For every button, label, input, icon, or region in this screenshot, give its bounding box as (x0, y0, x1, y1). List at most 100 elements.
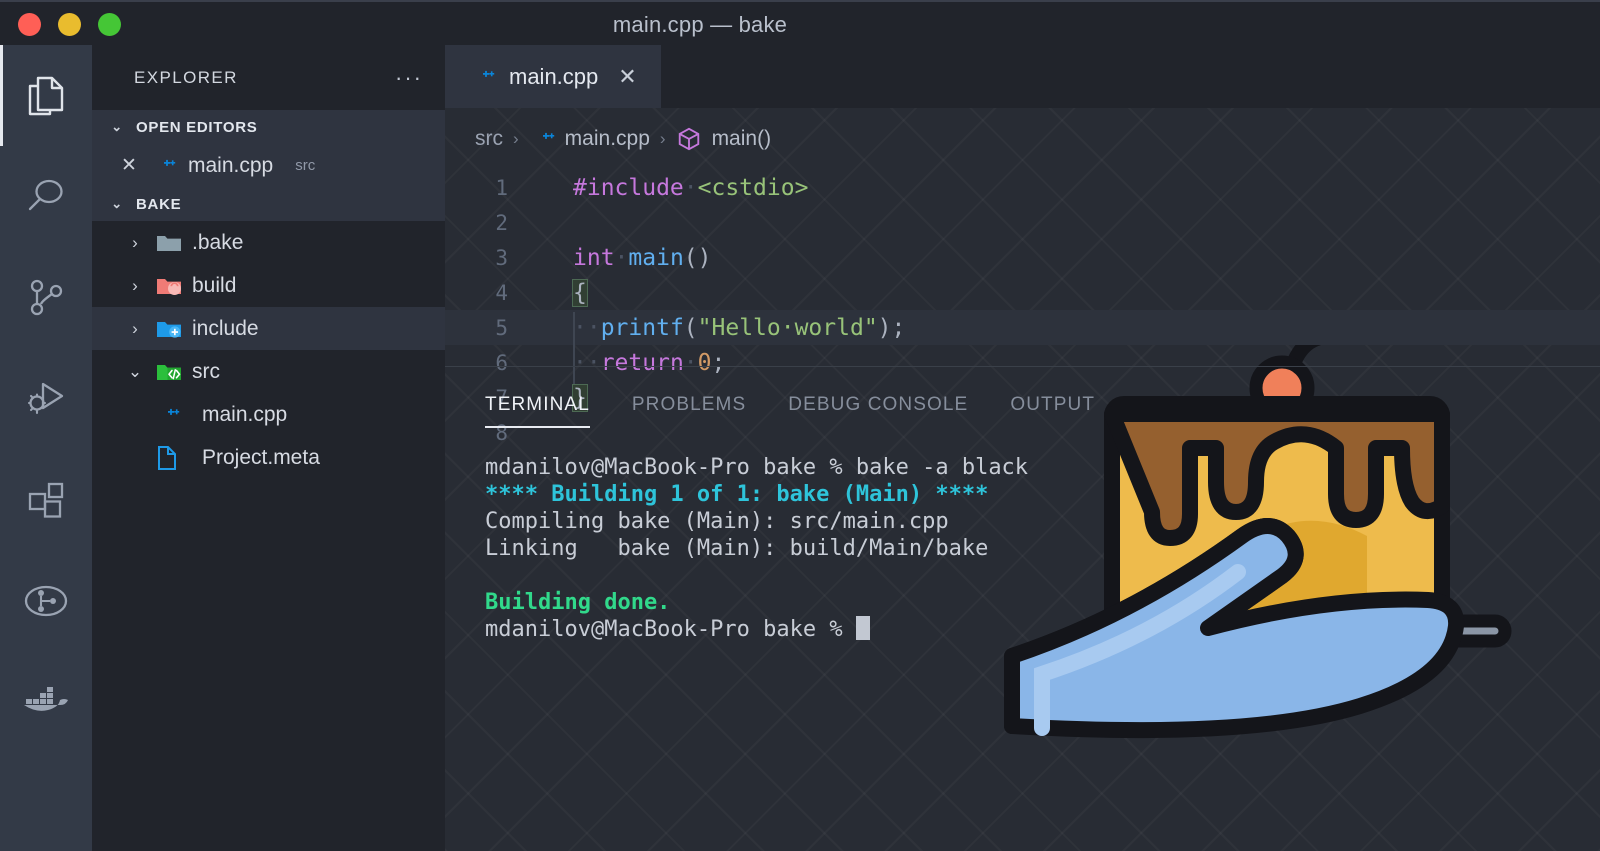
tab-output[interactable]: OUTPUT (1010, 394, 1095, 428)
tab-terminal[interactable]: TERMINAL (485, 394, 590, 428)
search-icon (25, 176, 67, 218)
terminal-cursor (855, 616, 870, 640)
code-token: 0 (697, 349, 712, 376)
tree-item-src[interactable]: ⌄ src (92, 350, 445, 393)
editor-area: main.cpp ✕ src › main.cpp › main() 1 #in… (445, 45, 1600, 851)
cpp-file-icon (150, 153, 176, 179)
code-line: 4 { (445, 275, 1600, 310)
bottom-panel: TERMINAL PROBLEMS DEBUG CONSOLE OUTPUT m… (445, 366, 1600, 643)
tree-item-label: build (192, 273, 237, 297)
sidebar: EXPLORER ··· ⌄ OPEN EDITORS ✕ main.cpp s… (92, 45, 445, 851)
code-token: "Hello·world" (697, 314, 878, 341)
section-workspace-bake[interactable]: ⌄ BAKE (92, 187, 445, 221)
code-token: ); (877, 314, 906, 341)
tab-debug-console[interactable]: DEBUG CONSOLE (788, 394, 968, 428)
cpp-file-icon (469, 64, 495, 90)
code-line: 3 int·main() (445, 240, 1600, 275)
code-token: #include (573, 174, 684, 201)
editor-tab-main-cpp[interactable]: main.cpp ✕ (445, 45, 661, 108)
line-number: 1 (495, 175, 508, 200)
window-title: main.cpp — bake (612, 12, 788, 37)
breadcrumb-item-src[interactable]: src (475, 127, 503, 151)
terminal-line: Compiling bake (Main): src/main.cpp (485, 508, 1600, 535)
panel-divider (445, 366, 1600, 367)
activity-item-extensions[interactable] (0, 449, 92, 550)
close-icon[interactable]: ✕ (618, 64, 636, 90)
files-icon (25, 74, 67, 118)
open-editor-path: src (295, 157, 316, 174)
tree-item-dot-bake[interactable]: › .bake (92, 221, 445, 264)
cube-icon (676, 126, 702, 152)
section-open-editors[interactable]: ⌄ OPEN EDITORS (92, 110, 445, 144)
code-token: () (683, 244, 712, 271)
code-token: · (614, 244, 629, 271)
close-icon[interactable]: ✕ (120, 154, 138, 177)
docker-icon (22, 686, 70, 718)
terminal-line: Building done. (485, 589, 1600, 616)
vscode-window: main.cpp — bake EXPLORER ··· ⌄ OPEN EDIT… (0, 0, 1600, 851)
editor-tab-bar: main.cpp ✕ (445, 45, 1600, 108)
activity-item-run-and-debug[interactable] (0, 348, 92, 449)
chevron-right-icon: › (513, 129, 519, 148)
line-number: 6 (495, 350, 508, 375)
terminal-line: mdanilov@MacBook-Pro bake % bake -a blac… (485, 454, 1600, 481)
gitlens-icon (22, 581, 70, 621)
tree-item-label: main.cpp (202, 402, 288, 426)
chevron-right-icon: › (132, 232, 138, 252)
breadcrumb: src › main.cpp › main() (445, 108, 1600, 170)
activity-item-gitlens[interactable] (0, 550, 92, 651)
tree-item-main-cpp[interactable]: main.cpp (92, 393, 445, 436)
code-token: return (600, 349, 684, 376)
tree-item-build[interactable]: › build (92, 264, 445, 307)
terminal-line: mdanilov@MacBook-Pro bake % (485, 616, 1600, 643)
tab-label: main.cpp (509, 63, 599, 89)
code-token: int (573, 244, 615, 271)
tree-item-project-meta[interactable]: Project.meta (92, 436, 445, 479)
open-editor-name: main.cpp (188, 153, 274, 177)
activity-bar (0, 45, 92, 851)
more-actions-icon[interactable]: ··· (395, 66, 423, 88)
source-control-icon (25, 277, 67, 319)
folder-include-icon (156, 316, 182, 342)
terminal-text: mdanilov@MacBook-Pro bake % bake -a blac… (485, 455, 1029, 480)
code-token: ·· (573, 349, 601, 376)
code-line: 1 #include·<cstdio> (445, 170, 1600, 205)
activity-item-docker[interactable] (0, 651, 92, 752)
meta-file-icon (154, 445, 180, 471)
terminal-prompt: mdanilov@MacBook-Pro bake % (485, 617, 856, 642)
tree-item-label: Project.meta (202, 445, 320, 469)
line-number: 5 (495, 315, 508, 340)
activity-item-search[interactable] (0, 146, 92, 247)
panel-tab-bar: TERMINAL PROBLEMS DEBUG CONSOLE OUTPUT (445, 376, 1600, 428)
folder-build-icon (156, 273, 182, 299)
open-editor-item[interactable]: ✕ main.cpp src (92, 144, 445, 187)
page-title: EXPLORER (134, 67, 238, 87)
tree-item-label: .bake (192, 230, 244, 254)
section-label: BAKE (136, 195, 182, 213)
chevron-down-icon: ⌄ (111, 196, 123, 211)
code-token: · (683, 349, 698, 376)
breadcrumb-item-main-cpp[interactable]: main.cpp (565, 127, 650, 151)
terminal-text: Compiling bake (Main): src/main.cpp (485, 509, 949, 534)
code-editor[interactable]: 1 #include·<cstdio> 2 3 int·main() 4 { 5… (445, 170, 1600, 445)
run-debug-icon (24, 378, 68, 420)
code-line: 2 (445, 205, 1600, 240)
code-token: ; (711, 349, 726, 376)
activity-item-explorer[interactable] (0, 45, 92, 146)
terminal-text: Linking bake (Main): build/Main/bake (485, 536, 989, 561)
tab-problems[interactable]: PROBLEMS (632, 394, 746, 428)
code-token: · (683, 174, 698, 201)
code-token: ( (683, 314, 698, 341)
tree-item-include[interactable]: › include (92, 307, 445, 350)
chevron-right-icon: › (132, 318, 138, 338)
code-line: 6 ··return·0; (445, 345, 1600, 388)
activity-item-source-control[interactable] (0, 247, 92, 348)
tree-item-label: src (192, 359, 220, 383)
section-label: OPEN EDITORS (136, 118, 258, 136)
line-number: 4 (495, 280, 508, 305)
code-token: printf (600, 314, 684, 341)
breadcrumb-item-main-symbol[interactable]: main() (712, 127, 772, 151)
tree-item-label: include (192, 316, 259, 340)
extensions-icon (25, 479, 67, 521)
terminal-output[interactable]: mdanilov@MacBook-Pro bake % bake -a blac… (445, 428, 1600, 643)
